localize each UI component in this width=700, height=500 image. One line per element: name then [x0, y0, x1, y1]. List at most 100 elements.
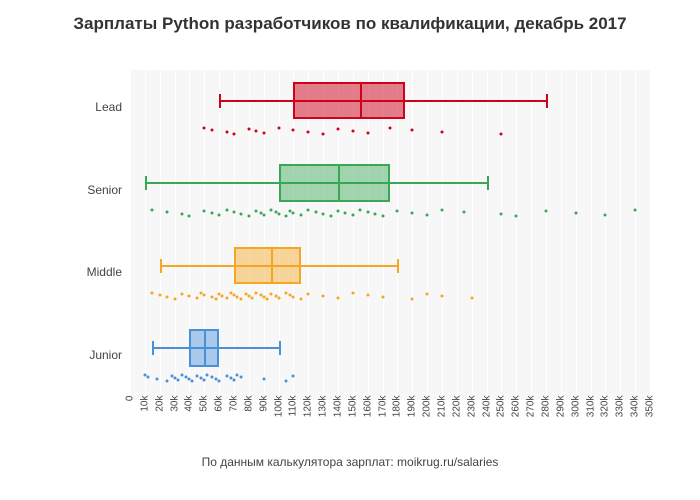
- data-point: [265, 297, 268, 300]
- x-tick-label: 230k: [466, 396, 477, 426]
- gridline: [368, 70, 369, 400]
- data-point: [322, 294, 325, 297]
- data-point: [146, 376, 149, 379]
- data-point: [277, 296, 280, 299]
- iqr-box: [293, 82, 404, 120]
- x-tick-label: 40k: [184, 396, 195, 426]
- data-point: [411, 297, 414, 300]
- data-point: [166, 380, 169, 383]
- data-point: [277, 126, 280, 129]
- x-tick-label: 330k: [615, 396, 626, 426]
- x-tick-label: 200k: [422, 396, 433, 426]
- data-point: [441, 130, 444, 133]
- data-point: [463, 211, 466, 214]
- data-point: [299, 214, 302, 217]
- data-point: [314, 211, 317, 214]
- x-tick-label: 120k: [303, 396, 314, 426]
- data-point: [322, 132, 325, 135]
- x-tick-label: 70k: [229, 396, 240, 426]
- data-point: [215, 297, 218, 300]
- data-point: [225, 209, 228, 212]
- data-point: [191, 380, 194, 383]
- points-senior: [130, 208, 650, 218]
- x-tick-label: 50k: [199, 396, 210, 426]
- x-tick-label: 80k: [243, 396, 254, 426]
- gridline: [457, 70, 458, 400]
- x-tick-label: 320k: [600, 396, 611, 426]
- gridline: [516, 70, 517, 400]
- gridline: [160, 70, 161, 400]
- data-point: [240, 297, 243, 300]
- gridline: [145, 70, 146, 400]
- data-point: [337, 296, 340, 299]
- median-line: [338, 164, 340, 202]
- data-point: [225, 375, 228, 378]
- data-point: [203, 379, 206, 382]
- data-point: [203, 126, 206, 129]
- data-point: [188, 215, 191, 218]
- whisker-cap: [152, 341, 154, 355]
- gridline: [635, 70, 636, 400]
- x-tick-label: 300k: [570, 396, 581, 426]
- data-point: [396, 210, 399, 213]
- data-point: [351, 214, 354, 217]
- data-point: [240, 376, 243, 379]
- data-point: [366, 293, 369, 296]
- x-tick-label: 10k: [139, 396, 150, 426]
- x-tick-label: 350k: [645, 396, 656, 426]
- data-point: [240, 213, 243, 216]
- gridline: [412, 70, 413, 400]
- x-tick-label: 20k: [154, 396, 165, 426]
- gridline: [249, 70, 250, 400]
- gridline: [353, 70, 354, 400]
- data-point: [337, 127, 340, 130]
- gridline: [264, 70, 265, 400]
- gridline: [338, 70, 339, 400]
- gridline: [308, 70, 309, 400]
- data-point: [329, 215, 332, 218]
- x-tick-label: 60k: [214, 396, 225, 426]
- data-point: [344, 212, 347, 215]
- data-point: [195, 375, 198, 378]
- data-point: [292, 375, 295, 378]
- data-point: [366, 131, 369, 134]
- data-point: [158, 293, 161, 296]
- gridline: [546, 70, 547, 400]
- y-tick-label: Senior: [87, 183, 122, 197]
- points-junior: [130, 373, 650, 383]
- data-point: [221, 294, 224, 297]
- gridline: [397, 70, 398, 400]
- data-point: [374, 213, 377, 216]
- data-point: [322, 213, 325, 216]
- data-point: [151, 209, 154, 212]
- x-tick-label: 340k: [630, 396, 641, 426]
- data-point: [381, 295, 384, 298]
- data-point: [604, 214, 607, 217]
- data-point: [151, 291, 154, 294]
- x-tick-label: 180k: [392, 396, 403, 426]
- x-tick-label: 110k: [288, 396, 299, 426]
- data-point: [255, 210, 258, 213]
- x-tick-label: 240k: [481, 396, 492, 426]
- data-point: [351, 129, 354, 132]
- data-point: [307, 292, 310, 295]
- x-tick-label: 290k: [555, 396, 566, 426]
- data-point: [210, 128, 213, 131]
- x-tick-label: 130k: [318, 396, 329, 426]
- data-point: [225, 130, 228, 133]
- data-point: [292, 128, 295, 131]
- data-point: [441, 209, 444, 212]
- gridline: [576, 70, 577, 400]
- data-point: [233, 132, 236, 135]
- data-point: [181, 213, 184, 216]
- x-tick-label: 310k: [585, 396, 596, 426]
- data-point: [210, 376, 213, 379]
- data-point: [500, 132, 503, 135]
- data-point: [426, 292, 429, 295]
- median-line: [271, 247, 273, 285]
- x-tick-label: 260k: [511, 396, 522, 426]
- data-point: [173, 297, 176, 300]
- data-point: [218, 380, 221, 383]
- x-tick-label: 190k: [407, 396, 418, 426]
- data-point: [381, 215, 384, 218]
